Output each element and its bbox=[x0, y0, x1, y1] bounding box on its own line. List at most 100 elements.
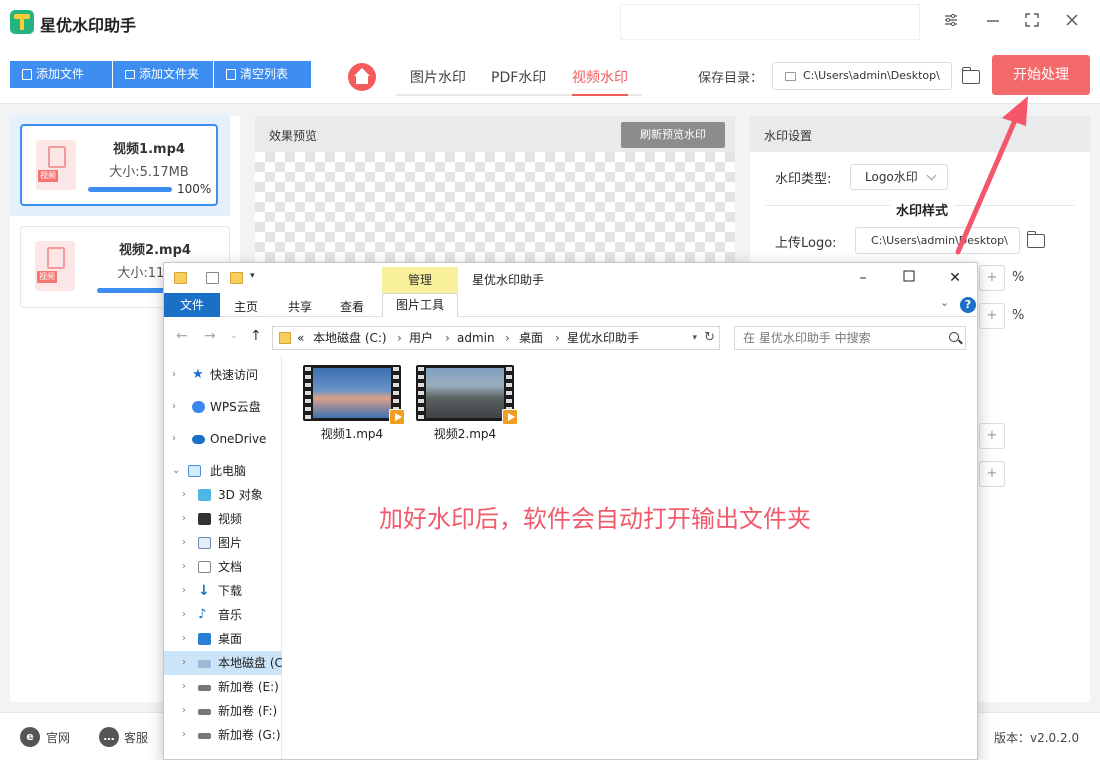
chevron-right-icon[interactable]: › bbox=[182, 651, 186, 675]
breadcrumb-overflow[interactable]: « bbox=[297, 327, 304, 349]
nav-item-quick-access[interactable]: › ★ 快速访问 bbox=[164, 363, 282, 387]
settings-icon[interactable] bbox=[940, 12, 962, 34]
chevron-right-icon[interactable]: › bbox=[172, 395, 176, 419]
breadcrumb-admin[interactable]: admin bbox=[457, 327, 495, 349]
properties-icon[interactable] bbox=[206, 272, 219, 284]
save-dir-input[interactable]: C:\Users\admin\Desktop\ bbox=[772, 62, 952, 90]
ribbon-tab-home[interactable]: 主页 bbox=[234, 298, 258, 315]
customer-service-link[interactable]: 客服 bbox=[124, 729, 148, 746]
file-card-1[interactable]: 视频 视频1.mp4 大小:5.17MB 100% bbox=[20, 124, 218, 206]
ribbon-tab-share[interactable]: 共享 bbox=[288, 298, 312, 315]
maximize-icon[interactable] bbox=[900, 269, 918, 287]
music-icon: ♪ bbox=[198, 607, 207, 622]
tab-pdf-watermark[interactable]: PDF水印 bbox=[491, 67, 546, 87]
browse-folder-icon[interactable] bbox=[962, 67, 980, 84]
website-icon[interactable]: e bbox=[20, 727, 40, 747]
ribbon-expand-icon[interactable]: ⌄ bbox=[940, 296, 949, 309]
save-dir-value: C:\Users\admin\Desktop\ bbox=[803, 69, 940, 82]
refresh-icon[interactable]: ↻ bbox=[704, 327, 715, 349]
tab-video-watermark[interactable]: 视频水印 bbox=[572, 67, 628, 96]
increase-button[interactable]: + bbox=[979, 303, 1005, 329]
ribbon-tab-picture-tools[interactable]: 图片工具 bbox=[382, 293, 458, 317]
up-icon[interactable]: ↑ bbox=[250, 328, 262, 344]
clear-list-button[interactable]: 清空列表 bbox=[214, 61, 311, 88]
nav-item-3d-objects[interactable]: › 3D 对象 bbox=[164, 483, 282, 507]
add-folder-button[interactable]: 添加文件夹 bbox=[113, 61, 213, 88]
watermark-type-select[interactable]: Logo水印 bbox=[850, 164, 948, 190]
breadcrumb-desktop[interactable]: 桌面 bbox=[519, 327, 543, 349]
chevron-right-icon[interactable]: › bbox=[182, 555, 186, 579]
new-folder-icon[interactable] bbox=[230, 272, 243, 284]
trash-icon bbox=[226, 69, 236, 80]
address-input[interactable]: « 本地磁盘 (C:) › 用户 › admin › 桌面 › 星优水印助手 ▾… bbox=[272, 326, 720, 350]
forward-icon[interactable]: → bbox=[204, 328, 216, 344]
minimize-icon[interactable] bbox=[982, 12, 1004, 34]
browse-logo-icon[interactable] bbox=[1027, 231, 1045, 248]
increase-button[interactable]: + bbox=[979, 265, 1005, 291]
add-file-button[interactable]: 添加文件 bbox=[10, 61, 112, 88]
back-icon[interactable]: ← bbox=[176, 328, 188, 344]
help-icon[interactable]: ? bbox=[960, 297, 976, 313]
chevron-right-icon[interactable]: › bbox=[172, 363, 176, 387]
quick-access-dropdown-icon[interactable]: ▾ bbox=[250, 271, 255, 281]
chevron-down-icon[interactable]: ⌄ bbox=[172, 459, 180, 483]
refresh-preview-button[interactable]: 刷新预览水印 bbox=[621, 122, 725, 148]
video-icon bbox=[198, 513, 211, 525]
nav-item-pictures[interactable]: › 图片 bbox=[164, 531, 282, 555]
close-icon[interactable] bbox=[1061, 12, 1083, 34]
maximize-icon[interactable] bbox=[1021, 12, 1043, 34]
chevron-right-icon[interactable]: › bbox=[172, 427, 176, 451]
website-link[interactable]: 官网 bbox=[46, 729, 70, 746]
nav-item-wps-cloud[interactable]: › WPS云盘 bbox=[164, 395, 282, 419]
instruction-note: 加好水印后，软件会自动打开输出文件夹 bbox=[379, 505, 811, 533]
search-placeholder: 在 星优水印助手 中搜索 bbox=[743, 331, 871, 345]
percent-unit: % bbox=[1012, 270, 1025, 285]
nav-item-volume-e[interactable]: › 新加卷 (E:) bbox=[164, 675, 282, 699]
clear-list-label: 清空列表 bbox=[240, 67, 289, 81]
close-icon[interactable]: ✕ bbox=[946, 269, 964, 287]
file-name: 视频2.mp4 bbox=[119, 243, 191, 258]
chevron-right-icon[interactable]: › bbox=[182, 507, 186, 531]
chevron-right-icon[interactable]: › bbox=[182, 723, 186, 747]
nav-item-this-pc[interactable]: ⌄ 此电脑 bbox=[164, 459, 282, 483]
nav-item-onedrive[interactable]: › OneDrive bbox=[164, 427, 282, 451]
explorer-search-input[interactable]: 在 星优水印助手 中搜索 bbox=[734, 326, 966, 350]
recent-dropdown-icon[interactable]: ⌄ bbox=[230, 331, 238, 341]
cloud-icon bbox=[192, 401, 205, 413]
upload-logo-label: 上传Logo: bbox=[775, 236, 837, 251]
nav-item-local-disk-c[interactable]: › 本地磁盘 (C bbox=[164, 651, 282, 675]
chat-icon[interactable]: … bbox=[99, 727, 119, 747]
chevron-right-icon[interactable]: › bbox=[182, 531, 186, 555]
chevron-right-icon[interactable]: › bbox=[182, 579, 186, 603]
chevron-right-icon[interactable]: › bbox=[182, 675, 186, 699]
download-icon: ↓ bbox=[198, 583, 210, 599]
nav-item-volume-f[interactable]: › 新加卷 (F:) bbox=[164, 699, 282, 723]
breadcrumb-users[interactable]: 用户 bbox=[409, 327, 433, 349]
minimize-icon[interactable]: – bbox=[854, 269, 872, 287]
explorer-ribbon: 文件 主页 共享 查看 图片工具 ⌄ ? bbox=[164, 293, 977, 317]
explorer-title: 星优水印助手 bbox=[472, 273, 545, 287]
logo-path-input[interactable]: C:\Users\admin\Desktop\ bbox=[855, 227, 1020, 254]
chevron-right-icon[interactable]: › bbox=[182, 627, 186, 651]
chevron-right-icon[interactable]: › bbox=[182, 603, 186, 627]
drive-icon bbox=[198, 685, 211, 691]
chevron-right-icon[interactable]: › bbox=[182, 483, 186, 507]
home-button[interactable] bbox=[348, 63, 376, 91]
nav-item-documents[interactable]: › 文档 bbox=[164, 555, 282, 579]
ribbon-tab-view[interactable]: 查看 bbox=[340, 298, 364, 315]
nav-item-downloads[interactable]: › ↓ 下载 bbox=[164, 579, 282, 603]
increase-button[interactable]: + bbox=[979, 423, 1005, 449]
ribbon-tab-file[interactable]: 文件 bbox=[164, 293, 220, 317]
address-dropdown-icon[interactable]: ▾ bbox=[692, 327, 697, 349]
start-process-button[interactable]: 开始处理 bbox=[992, 55, 1090, 95]
nav-item-music[interactable]: › ♪ 音乐 bbox=[164, 603, 282, 627]
breadcrumb-c-drive[interactable]: 本地磁盘 (C:) bbox=[313, 327, 387, 349]
manage-context-tab[interactable]: 管理 bbox=[382, 267, 458, 293]
chevron-right-icon[interactable]: › bbox=[182, 699, 186, 723]
tab-image-watermark[interactable]: 图片水印 bbox=[410, 67, 466, 87]
breadcrumb-app-folder[interactable]: 星优水印助手 bbox=[567, 327, 639, 349]
nav-item-videos[interactable]: › 视频 bbox=[164, 507, 282, 531]
increase-button[interactable]: + bbox=[979, 461, 1005, 487]
nav-item-volume-g[interactable]: › 新加卷 (G:) bbox=[164, 723, 282, 747]
nav-item-desktop[interactable]: › 桌面 bbox=[164, 627, 282, 651]
